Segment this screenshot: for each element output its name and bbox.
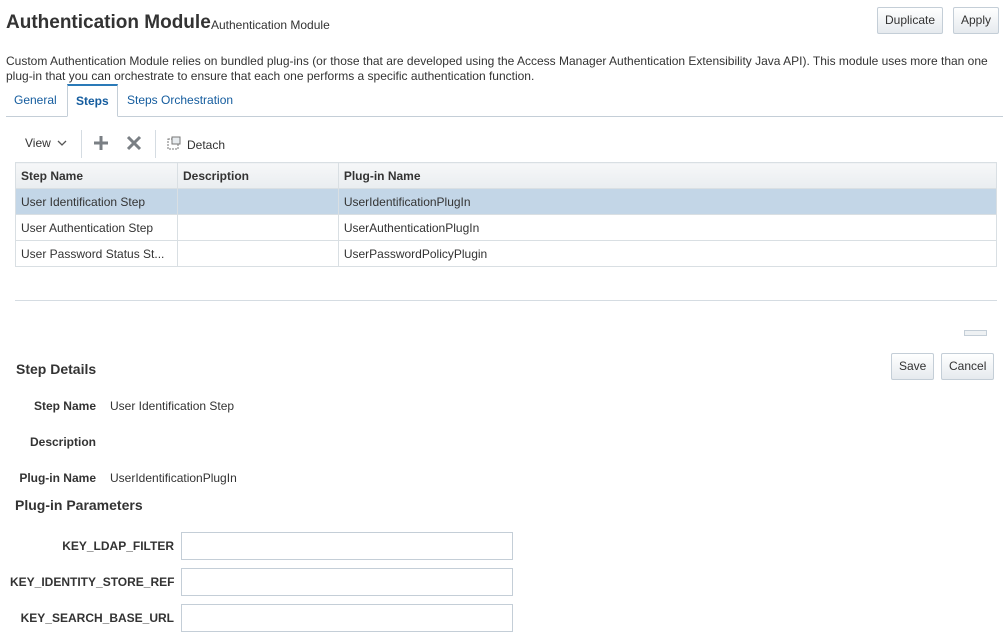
steps-table: Step Name Description Plug-in Name User … xyxy=(15,162,998,267)
cell-plugin-name: UserIdentificationPlugIn xyxy=(337,188,998,215)
cell-step-name: User Authentication Step xyxy=(15,214,178,241)
detach-button[interactable]: Detach xyxy=(167,136,225,154)
cell-description xyxy=(176,214,339,241)
apply-button[interactable]: Apply xyxy=(953,7,1000,34)
key-search-base-url-input[interactable] xyxy=(181,604,513,632)
save-button[interactable]: Save xyxy=(891,353,935,380)
tab-bar: General Steps Steps Orchestration xyxy=(6,84,1003,117)
cell-plugin-name: UserPasswordPolicyPlugin xyxy=(337,240,998,267)
table-row[interactable]: User Password Status St... UserPasswordP… xyxy=(15,240,998,267)
table-row[interactable]: User Authentication Step UserAuthenticat… xyxy=(15,214,998,241)
duplicate-button[interactable]: Duplicate xyxy=(877,7,944,34)
table-toolbar: View Detach xyxy=(15,128,996,160)
step-name-label: Step Name xyxy=(33,399,96,413)
chevron-down-icon xyxy=(57,136,67,150)
cancel-button[interactable]: Cancel xyxy=(941,353,995,380)
column-header-step-name[interactable]: Step Name xyxy=(15,162,178,189)
view-menu-label: View xyxy=(25,136,51,150)
plugin-name-value: UserIdentificationPlugIn xyxy=(110,471,237,485)
cell-description xyxy=(176,188,339,215)
cell-step-name: User Password Status St... xyxy=(15,240,178,267)
view-menu[interactable]: View xyxy=(25,136,67,150)
toolbar-divider xyxy=(155,130,156,158)
key-search-base-url-label: KEY_SEARCH_BASE_URL xyxy=(20,611,174,625)
table-header-row: Step Name Description Plug-in Name xyxy=(15,162,998,189)
step-details-title: Step Details xyxy=(16,361,97,377)
section-divider xyxy=(15,300,997,301)
key-identity-store-ref-label: KEY_IDENTITY_STORE_REF xyxy=(10,575,175,589)
description-label: Description xyxy=(29,435,96,449)
page-title: Authentication Module xyxy=(6,12,211,33)
tab-steps-orchestration[interactable]: Steps Orchestration xyxy=(119,84,241,117)
plus-icon[interactable] xyxy=(90,132,112,154)
detach-icon xyxy=(167,136,182,154)
table-row[interactable]: User Identification Step UserIdentificat… xyxy=(15,188,998,215)
x-icon[interactable] xyxy=(123,132,145,154)
splitter-handle[interactable] xyxy=(964,330,987,336)
step-name-value: User Identification Step xyxy=(110,399,235,413)
tab-general[interactable]: General xyxy=(6,84,65,117)
plugin-parameters-title: Plug-in Parameters xyxy=(15,497,143,513)
tab-steps[interactable]: Steps xyxy=(67,84,118,117)
column-header-plugin-name[interactable]: Plug-in Name xyxy=(337,162,998,189)
cell-plugin-name: UserAuthenticationPlugIn xyxy=(337,214,998,241)
module-description: Custom Authentication Module relies on b… xyxy=(6,54,988,83)
toolbar-divider xyxy=(81,130,82,158)
cell-step-name: User Identification Step xyxy=(15,188,178,215)
key-ldap-filter-label: KEY_LDAP_FILTER xyxy=(62,539,174,553)
key-ldap-filter-input[interactable] xyxy=(181,532,513,560)
plugin-name-label: Plug-in Name xyxy=(19,471,96,485)
detach-label: Detach xyxy=(187,138,226,152)
cell-description xyxy=(176,240,339,267)
page-subtitle: Authentication Module xyxy=(211,18,330,32)
key-identity-store-ref-input[interactable] xyxy=(181,568,513,596)
column-header-description[interactable]: Description xyxy=(176,162,339,189)
